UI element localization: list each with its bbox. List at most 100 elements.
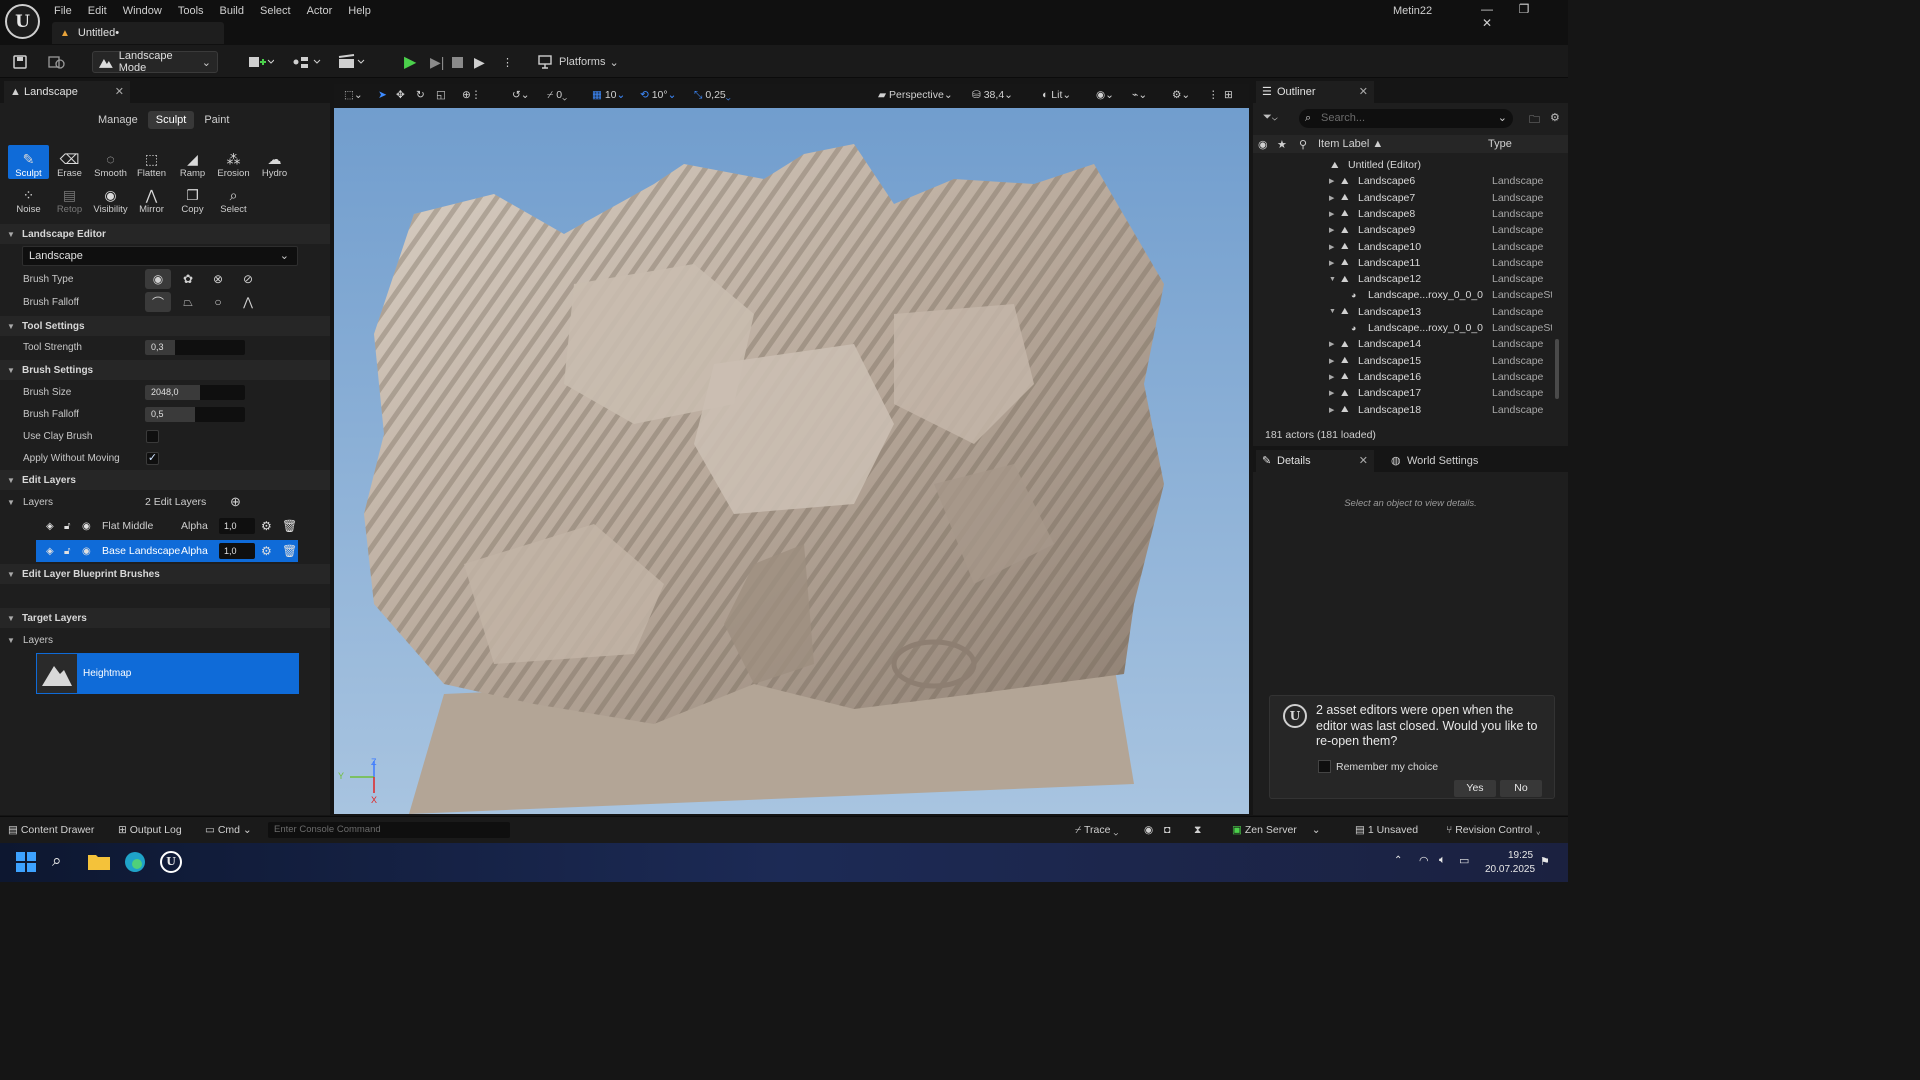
linear-falloff-icon[interactable]: ⏢ bbox=[175, 292, 201, 312]
close-icon[interactable]: ✕ bbox=[115, 81, 124, 103]
outliner-row[interactable]: ◕ Landscape...roxy_0_0_0 LandscapeSt bbox=[1253, 287, 1553, 303]
outliner-row[interactable]: ▶ ⛰ Landscape8 Landscape bbox=[1253, 206, 1553, 222]
collapse-arrow-icon[interactable]: ▼ bbox=[1329, 308, 1336, 315]
content-drawer-button[interactable]: ▤ Content Drawer bbox=[8, 824, 94, 836]
menu-build[interactable]: Build bbox=[220, 5, 244, 17]
expand-arrow-icon[interactable]: ▶ bbox=[1329, 357, 1334, 365]
expand-arrow-icon[interactable]: ▶ bbox=[1329, 210, 1334, 218]
tool-copy[interactable]: ❐ Copy bbox=[172, 181, 213, 215]
minimize-button[interactable]: — bbox=[1470, 2, 1504, 16]
revision-control-button[interactable]: ⑂ Revision Control ⌄ bbox=[1446, 824, 1541, 836]
expand-arrow-icon[interactable]: ▶ bbox=[1329, 340, 1334, 348]
search-icon[interactable]: ⌕ bbox=[52, 851, 62, 871]
tool-erosion[interactable]: ⁂ Erosion bbox=[213, 145, 254, 179]
scale-icon[interactable]: ◱ bbox=[436, 89, 446, 101]
platforms-button[interactable]: Platforms ⌄ bbox=[538, 51, 619, 73]
rotate-icon[interactable]: ↻ bbox=[416, 89, 425, 101]
circle-brush-icon[interactable]: ◉ bbox=[145, 269, 171, 289]
perspective-button[interactable]: ▰ Perspective⌄ bbox=[878, 89, 953, 101]
camera-speed-button[interactable]: ⛁ 38,4⌄ bbox=[972, 89, 1013, 101]
outliner-row[interactable]: ⛰ Untitled (Editor) bbox=[1253, 157, 1553, 173]
menu-select[interactable]: Select bbox=[260, 5, 291, 17]
windows-start-icon[interactable] bbox=[16, 852, 36, 875]
yes-button[interactable]: Yes bbox=[1454, 780, 1496, 797]
step-icon[interactable]: ▶| bbox=[430, 51, 444, 73]
cmd-button[interactable]: ▭ Cmd ⌄ bbox=[205, 824, 252, 836]
landscape-select[interactable]: Landscape ⌄ bbox=[22, 246, 298, 266]
document-tab[interactable]: ▲ Untitled• bbox=[52, 22, 224, 44]
expand-arrow-icon[interactable]: ▶ bbox=[1329, 243, 1334, 251]
eye-icon[interactable]: ◉ bbox=[82, 546, 91, 557]
gear-icon[interactable]: ⚙ bbox=[1550, 111, 1560, 124]
outliner-row[interactable]: ▶ ⛰ Landscape10 Landscape bbox=[1253, 239, 1553, 255]
landscape-tab[interactable]: ▲ Landscape ✕ bbox=[4, 81, 130, 103]
translate-icon[interactable]: ✥ bbox=[396, 89, 405, 101]
outliner-row[interactable]: ▶ ⛰ Landscape16 Landscape bbox=[1253, 369, 1553, 385]
hourglass-icon[interactable]: ⧗ bbox=[1194, 824, 1201, 837]
brush-falloff-slider[interactable]: 0,5 bbox=[145, 406, 245, 422]
chevron-up-icon[interactable]: ⌃ bbox=[1394, 855, 1402, 866]
pattern-brush-icon[interactable]: ⊗ bbox=[205, 269, 231, 289]
outliner-scrollbar[interactable] bbox=[1555, 339, 1559, 399]
unreal-logo-icon[interactable]: U bbox=[5, 4, 40, 39]
outliner-row[interactable]: ▼ ⛰ Landscape13 Landscape bbox=[1253, 304, 1553, 320]
spherical-falloff-icon[interactable]: ○ bbox=[205, 292, 231, 312]
play-options-icon[interactable]: ⋮ bbox=[502, 51, 513, 73]
expand-arrow-icon[interactable]: ▶ bbox=[1329, 259, 1334, 267]
gear-icon[interactable]: ⚙ bbox=[261, 544, 272, 558]
outliner-row[interactable]: ▶ ⛰ Landscape15 Landscape bbox=[1253, 353, 1553, 369]
outliner-row[interactable]: ▶ ⛰ Landscape14 Landscape bbox=[1253, 336, 1553, 352]
section-landscape-editor[interactable]: ▼ Landscape Editor bbox=[0, 224, 330, 244]
edit-layer-row[interactable]: ◈ 🔓︎ ◉ Flat Middle Alpha 1,0 ⚙ 🗑︎ bbox=[36, 515, 298, 537]
section-edit-layer-blueprint-brushes[interactable]: ▼ Edit Layer Blueprint Brushes bbox=[0, 564, 330, 584]
tab-sculpt[interactable]: Sculpt bbox=[147, 111, 195, 129]
details-tab[interactable]: ✎ Details ✕ bbox=[1256, 450, 1374, 472]
unsaved-button[interactable]: ▤ 1 Unsaved bbox=[1355, 824, 1418, 836]
menu-actor[interactable]: Actor bbox=[307, 5, 333, 17]
wifi-icon[interactable]: ◠ bbox=[1419, 854, 1429, 867]
section-edit-layers[interactable]: ▼ Edit Layers bbox=[0, 470, 330, 490]
add-actor-button[interactable] bbox=[248, 51, 274, 73]
surface-snap-icon[interactable]: ↺⌄ bbox=[512, 89, 530, 101]
collapse-icon[interactable]: ▼ bbox=[7, 636, 15, 645]
volume-icon[interactable]: 🔈︎ bbox=[1439, 854, 1446, 867]
alpha-input[interactable]: 1,0 bbox=[219, 518, 255, 534]
search-input[interactable]: ⌕ Search... ⌄ bbox=[1299, 109, 1513, 128]
edit-layer-row-selected[interactable]: ◈ 🔓︎ ◉ Base Landscape Alpha 1,0 ⚙ 🗑︎ bbox=[36, 540, 298, 562]
menu-tools[interactable]: Tools bbox=[178, 5, 204, 17]
clock-date[interactable]: 20.07.2025 bbox=[1485, 864, 1535, 875]
expand-arrow-icon[interactable]: ▶ bbox=[1329, 194, 1334, 202]
section-brush-settings[interactable]: ▼ Brush Settings bbox=[0, 360, 330, 380]
settings-icon[interactable]: ⚙⌄ bbox=[1172, 89, 1190, 101]
edge-browser-icon[interactable] bbox=[124, 851, 146, 876]
file-explorer-icon[interactable] bbox=[88, 852, 110, 873]
component-brush-icon[interactable]: ⊘ bbox=[235, 269, 261, 289]
trash-icon[interactable]: 🗑︎ bbox=[282, 519, 297, 533]
layout-icon[interactable]: ⊞ bbox=[1224, 89, 1233, 101]
notifications-icon[interactable]: ⚑ bbox=[1540, 855, 1550, 868]
brush-size-slider[interactable]: 2048,0 bbox=[145, 384, 245, 400]
play-icon[interactable]: ▶ bbox=[404, 51, 416, 73]
rotate-snap-button[interactable]: ⌿ 0⌄ bbox=[547, 89, 567, 102]
show-flags-icon[interactable]: ◉⌄ bbox=[1096, 89, 1114, 101]
menu-window[interactable]: Window bbox=[123, 5, 162, 17]
smooth-falloff-icon[interactable]: ⌒ bbox=[145, 292, 171, 312]
select-arrow-icon[interactable]: ➤ bbox=[378, 89, 387, 101]
tool-mirror[interactable]: ⋀ Mirror bbox=[131, 181, 172, 215]
scale-snap-button[interactable]: ⤡ 0,25⌄ bbox=[694, 89, 731, 102]
tool-retop[interactable]: ▤ Retop bbox=[49, 181, 90, 215]
level-viewport[interactable]: Y Z X bbox=[334, 84, 1249, 814]
outliner-row[interactable]: ▶ ⛰ Landscape6 Landscape bbox=[1253, 173, 1553, 189]
outliner-row[interactable]: ▶ ⛰ Landscape7 Landscape bbox=[1253, 190, 1553, 206]
expand-arrow-icon[interactable]: ▶ bbox=[1329, 389, 1334, 397]
menu-edit[interactable]: Edit bbox=[88, 5, 107, 17]
tip-falloff-icon[interactable]: ⋀ bbox=[235, 292, 261, 312]
trash-icon[interactable]: 🗑︎ bbox=[282, 544, 297, 558]
console-input[interactable]: Enter Console Command bbox=[268, 822, 510, 838]
use-clay-checkbox[interactable] bbox=[146, 429, 159, 443]
outliner-row[interactable]: ▶ ⛰ Landscape11 Landscape bbox=[1253, 255, 1553, 271]
tab-paint[interactable]: Paint bbox=[196, 111, 238, 129]
remember-choice[interactable]: Remember my choice bbox=[1318, 760, 1438, 773]
menu-file[interactable]: File bbox=[54, 5, 72, 17]
expand-arrow-icon[interactable]: ▶ bbox=[1329, 373, 1334, 381]
